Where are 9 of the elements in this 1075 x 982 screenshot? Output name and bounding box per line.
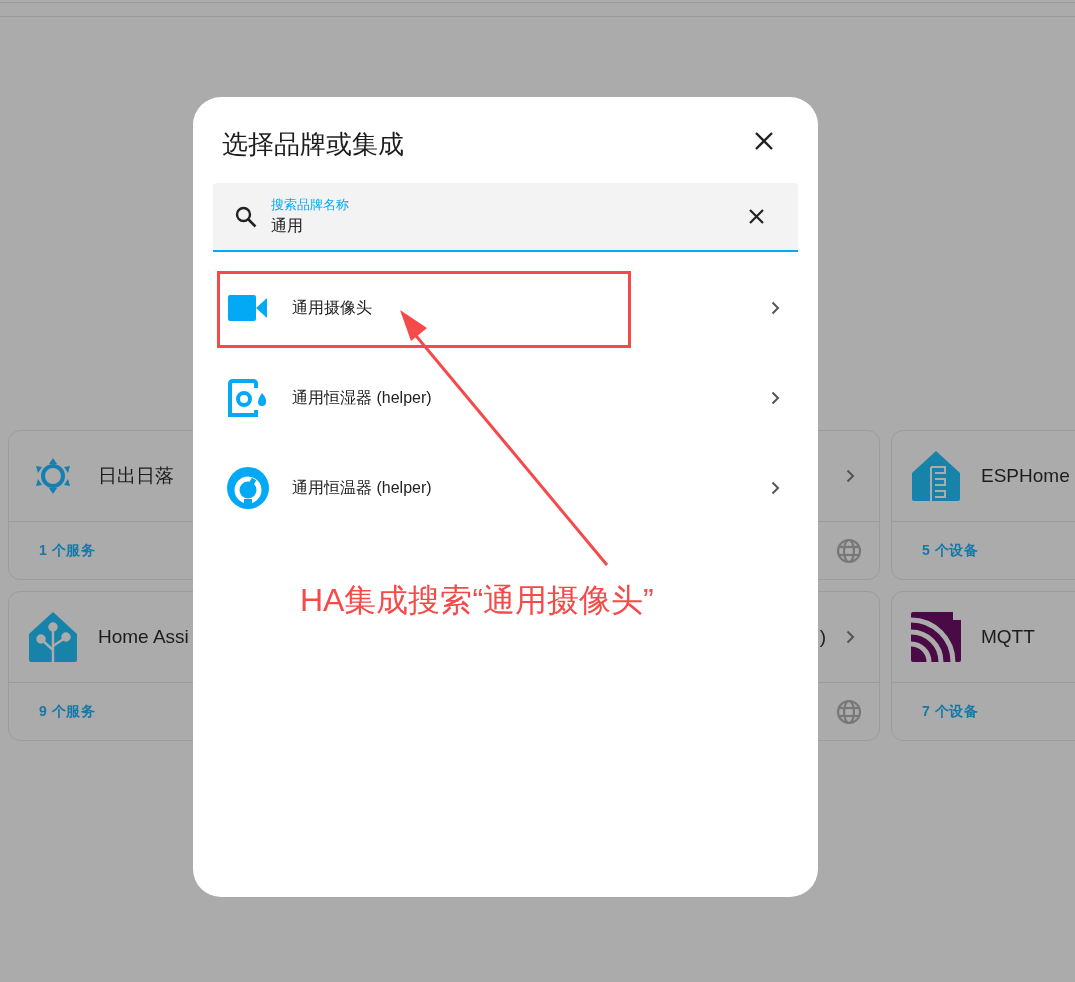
integration-name: MQTT [981, 626, 1035, 648]
annotation-text: HA集成搜索“通用摄像头” [300, 581, 654, 620]
field-label: 搜索品牌名称 [271, 196, 349, 214]
integration-name: ESPHome [981, 465, 1070, 487]
dialog-title: 选择品牌或集成 [222, 127, 404, 161]
integration-name: Home Assi [98, 626, 189, 648]
integration-name: ) [819, 626, 826, 648]
search-value: 通用 [271, 216, 304, 236]
integration-name: 日出日落 [98, 464, 174, 488]
